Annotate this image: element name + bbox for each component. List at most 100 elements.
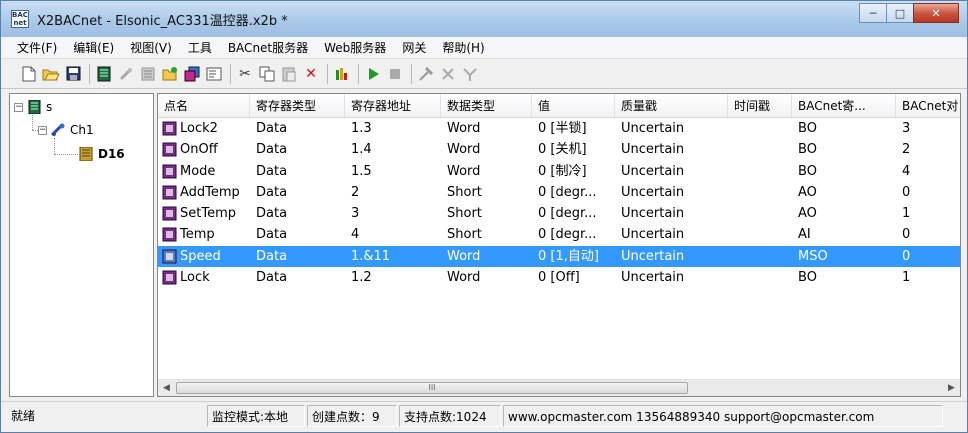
- menu-web-server[interactable]: Web服务器: [316, 37, 394, 59]
- column-header-timestamp[interactable]: 时间戳: [728, 94, 792, 118]
- table-header: 点名 寄存器类型 寄存器地址 数据类型 值 质量戳 时间戳 BACnet寄...…: [158, 94, 960, 118]
- copy-button[interactable]: [257, 64, 277, 84]
- column-header-name[interactable]: 点名: [158, 94, 250, 118]
- collapse-root-icon[interactable]: −: [14, 102, 23, 112]
- minimize-button[interactable]: ─: [859, 3, 887, 23]
- collapse-channel-icon[interactable]: −: [38, 125, 47, 135]
- menu-tools[interactable]: 工具: [180, 37, 220, 59]
- open-button[interactable]: [41, 64, 61, 84]
- monitor-button[interactable]: [332, 64, 352, 84]
- title-bar[interactable]: BAC net X2BACnet - Elsonic_AC331温控器.x2b …: [1, 1, 967, 37]
- cell-bacnet-object: 1: [902, 269, 911, 285]
- cell-bacnet-register: BO: [798, 142, 817, 158]
- status-contact: www.opcmaster.com 13564889340 support@op…: [503, 405, 943, 427]
- menu-bacnet-server[interactable]: BACnet服务器: [220, 37, 316, 59]
- table-row[interactable]: Temp Data 4 Short 0 [degr... Uncertain AI 0: [158, 224, 960, 245]
- properties-button[interactable]: [204, 64, 224, 84]
- column-header-value[interactable]: 值: [532, 94, 615, 118]
- cell-bacnet-object: 4: [902, 163, 911, 179]
- column-header-bacnet-object[interactable]: BACnet对: [896, 94, 960, 118]
- device-tree[interactable]: − s − Ch1 D16: [9, 93, 154, 397]
- window-title: X2BACnet - Elsonic_AC331温控器.x2b *: [37, 13, 288, 29]
- multi-tag-button[interactable]: [182, 64, 202, 84]
- settings-button[interactable]: [460, 64, 480, 84]
- cell-value: 0 [制冷]: [538, 163, 587, 179]
- horizontal-scrollbar[interactable]: ◀ III ▶: [158, 379, 960, 396]
- cell-register-address: 1.4: [351, 142, 372, 158]
- table-row[interactable]: Speed Data 1.&11 Word 0 [1,自动] Uncertain MSO 0: [158, 245, 960, 267]
- delete-button[interactable]: ✕: [301, 64, 321, 84]
- menu-help[interactable]: 帮助(H): [434, 37, 492, 59]
- menu-file[interactable]: 文件(F): [9, 37, 65, 59]
- device-button[interactable]: [138, 64, 158, 84]
- new-button[interactable]: [19, 64, 39, 84]
- run-button[interactable]: [363, 64, 383, 84]
- tag-icon: [162, 227, 177, 242]
- menu-edit[interactable]: 编辑(E): [65, 37, 122, 59]
- tag-icon: [162, 164, 177, 178]
- table-row[interactable]: Lock2 Data 1.3 Word 0 [半锁] Uncertain BO 3: [158, 118, 960, 139]
- point-name: OnOff: [180, 142, 218, 158]
- table-row[interactable]: AddTemp Data 2 Short 0 [degr... Uncertain AO 0: [158, 182, 960, 203]
- cell-register-type: Data: [256, 184, 288, 200]
- tree-node-device[interactable]: D16: [78, 145, 125, 163]
- add-tag-button[interactable]: [160, 64, 180, 84]
- cell-register-address: 2: [351, 184, 360, 200]
- column-header-register-type[interactable]: 寄存器类型: [250, 94, 345, 118]
- tools-button[interactable]: [416, 64, 436, 84]
- column-header-quality[interactable]: 质量戳: [615, 94, 728, 118]
- cut-button[interactable]: ✂: [235, 64, 255, 84]
- cell-register-address: 1.2: [351, 269, 372, 285]
- maximize-button[interactable]: □: [886, 3, 914, 23]
- cut-icon: ✂: [239, 65, 251, 82]
- tree-label-channel: Ch1: [70, 123, 94, 137]
- point-name: Lock: [180, 269, 210, 285]
- toolbar-separator: [230, 63, 231, 84]
- column-header-register-address[interactable]: 寄存器地址: [345, 94, 441, 118]
- points-table[interactable]: 点名 寄存器类型 寄存器地址 数据类型 值 质量戳 时间戳 BACnet寄...…: [157, 93, 961, 397]
- table-row[interactable]: SetTemp Data 3 Short 0 [degr... Uncertain AO 1: [158, 203, 960, 224]
- close-icon: ✕: [931, 6, 941, 20]
- column-header-data-type[interactable]: 数据类型: [441, 94, 532, 118]
- tools-icon: [419, 66, 434, 81]
- status-monitor-mode: 监控模式:本地: [207, 405, 305, 427]
- status-ready: 就绪: [11, 409, 36, 423]
- cell-bacnet-object: 0: [902, 248, 911, 264]
- tag-icon: [162, 121, 177, 136]
- delete-icon: ✕: [305, 65, 317, 82]
- cell-bacnet-object: 1: [902, 206, 911, 221]
- scroll-thumb[interactable]: III: [176, 382, 688, 394]
- minimize-icon: ─: [869, 6, 877, 20]
- cell-timestamp: [728, 118, 792, 139]
- status-supported-points: 支持点数:1024: [399, 405, 501, 427]
- scroll-left-icon: ◀: [163, 383, 170, 393]
- cell-quality: Uncertain: [621, 248, 685, 264]
- menu-view[interactable]: 视图(V): [122, 37, 180, 59]
- cell-register-address: 1.&11: [351, 248, 391, 264]
- cell-data-type: Word: [447, 163, 481, 179]
- scroll-left-button[interactable]: ◀: [158, 380, 175, 396]
- close-button[interactable]: ✕: [913, 3, 959, 23]
- tree-node-root[interactable]: − s: [14, 98, 52, 116]
- table-row[interactable]: Mode Data 1.5 Word 0 [制冷] Uncertain BO 4: [158, 161, 960, 182]
- menu-gateway[interactable]: 网关: [394, 37, 434, 59]
- channel-button[interactable]: [94, 64, 114, 84]
- cell-name: SetTemp: [158, 203, 250, 224]
- table-row[interactable]: Lock Data 1.2 Word 0 [Off] Uncertain BO 1: [158, 267, 960, 288]
- toolbar-separator: [327, 63, 328, 84]
- status-created-points: 创建点数：9: [307, 405, 397, 427]
- table-row[interactable]: OnOff Data 1.4 Word 0 [关机] Uncertain BO 2: [158, 139, 960, 160]
- config-button[interactable]: [438, 64, 458, 84]
- toolbar-separator: [358, 63, 359, 84]
- point-name: Speed: [180, 248, 221, 264]
- paste-button[interactable]: [279, 64, 299, 84]
- add-tag-icon: [162, 66, 177, 80]
- scroll-right-button[interactable]: ▶: [943, 380, 960, 396]
- add-device-button[interactable]: [116, 64, 136, 84]
- cell-quality: Uncertain: [621, 142, 685, 158]
- column-header-bacnet-register[interactable]: BACnet寄...: [792, 94, 896, 118]
- cell-value: 0 [degr...: [538, 206, 597, 221]
- tree-node-channel[interactable]: − Ch1: [38, 121, 94, 139]
- stop-button[interactable]: [385, 64, 405, 84]
- save-button[interactable]: [63, 64, 83, 84]
